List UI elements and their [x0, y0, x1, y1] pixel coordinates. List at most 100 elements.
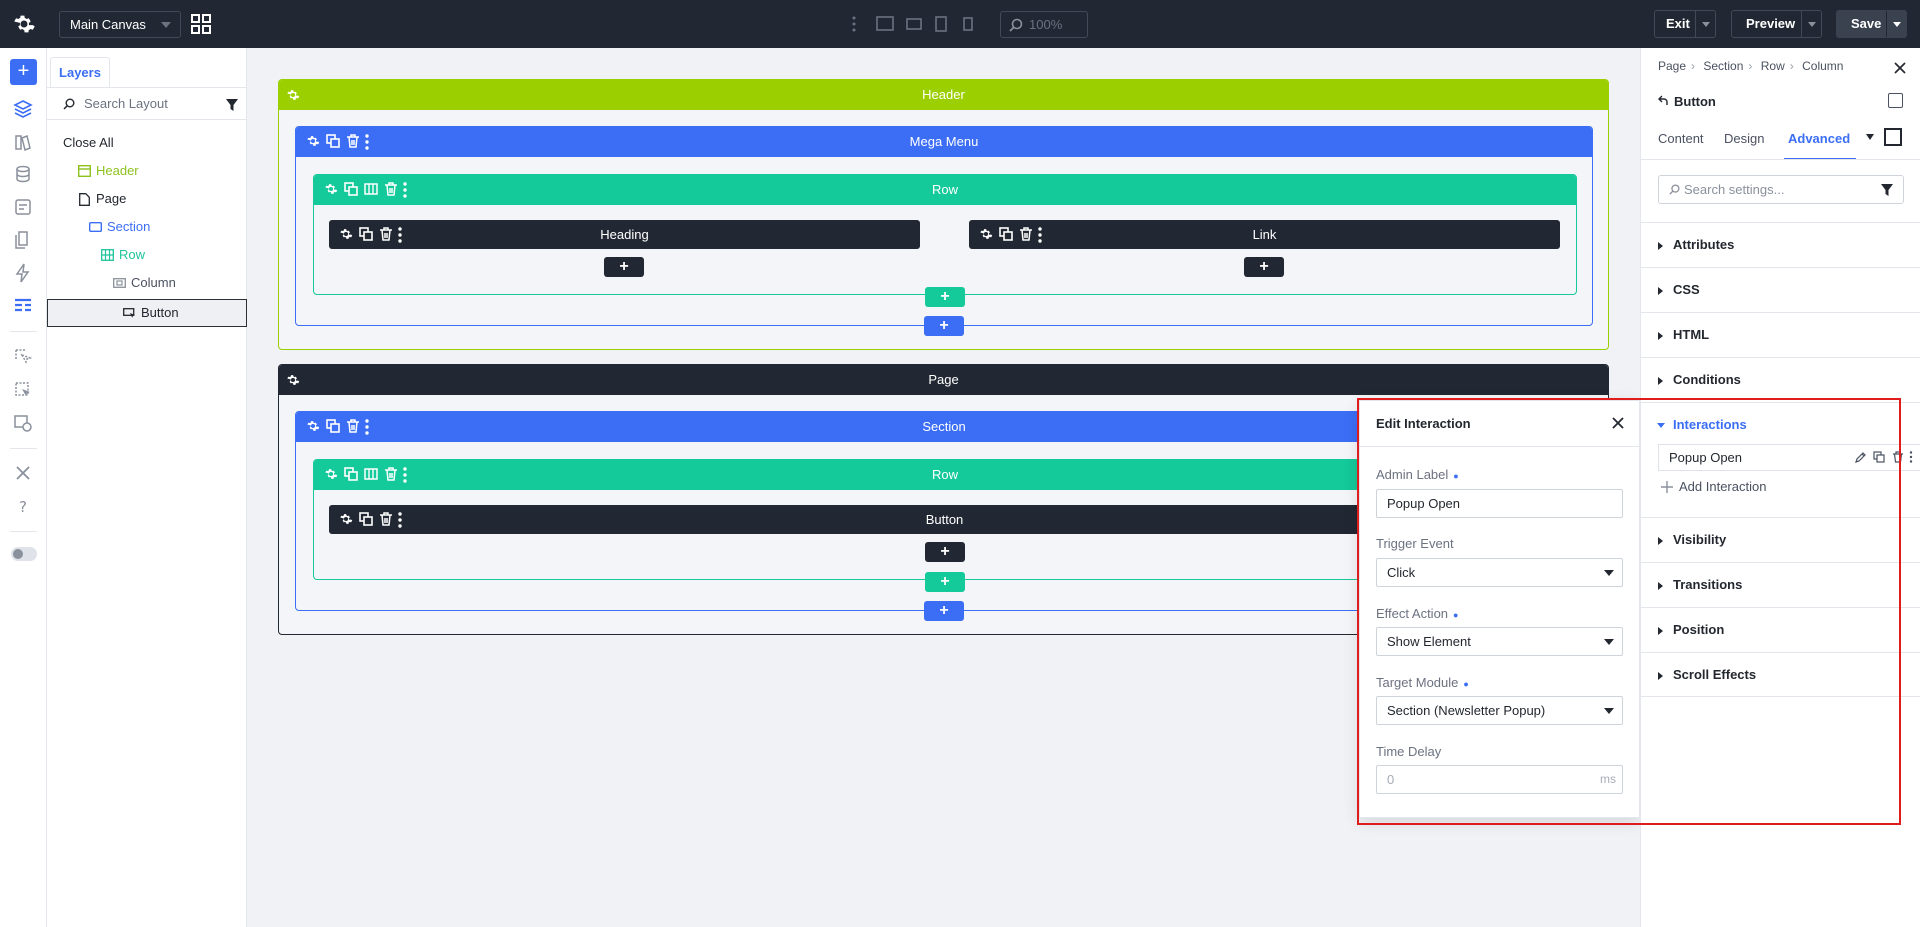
library-icon[interactable]	[13, 132, 33, 152]
database-icon[interactable]	[13, 164, 33, 184]
settings-gear-icon[interactable]	[12, 12, 36, 36]
gear-icon[interactable]	[324, 467, 338, 481]
section-transitions[interactable]: Transitions	[1641, 562, 1920, 607]
layer-item-section[interactable]: Section	[47, 215, 247, 239]
trash-icon[interactable]	[384, 467, 398, 481]
add-to-column-button[interactable]: +	[604, 257, 644, 277]
header-bar[interactable]: Header	[279, 80, 1608, 110]
add-row-button[interactable]: +	[924, 316, 964, 336]
settings-search-input[interactable]: Search settings...	[1658, 175, 1904, 204]
page-bar[interactable]: Page	[279, 365, 1608, 395]
columns-icon[interactable]	[364, 182, 378, 196]
gear-icon[interactable]	[306, 419, 320, 433]
duplicate-icon[interactable]	[999, 227, 1013, 241]
theme-toggle[interactable]	[11, 547, 37, 561]
trash-icon[interactable]	[346, 134, 360, 148]
cursor-select-icon[interactable]	[13, 347, 33, 367]
section-visibility[interactable]: Visibility	[1641, 517, 1920, 562]
gear-icon[interactable]	[339, 512, 353, 526]
form-icon[interactable]	[13, 197, 33, 217]
add-interaction-button[interactable]: Add Interaction	[1661, 477, 1766, 497]
filter-icon[interactable]	[1881, 184, 1893, 196]
add-column-button[interactable]: +	[925, 287, 965, 307]
layers-icon[interactable]	[13, 99, 33, 119]
admin-label-input[interactable]: Popup Open	[1376, 489, 1623, 518]
heading-module[interactable]: Heading	[329, 220, 920, 249]
section-html[interactable]: HTML	[1641, 312, 1920, 357]
duplicate-icon[interactable]	[344, 182, 358, 196]
layer-item-button[interactable]: Button	[47, 299, 247, 327]
row-block[interactable]: Row Heading + Link + +	[313, 174, 1577, 307]
breadcrumb-item[interactable]: Section	[1703, 59, 1743, 73]
gear-icon[interactable]	[324, 182, 338, 196]
mega-menu-bar[interactable]: Mega Menu	[296, 127, 1592, 157]
trash-icon[interactable]	[379, 227, 393, 241]
grid-layout-icon[interactable]	[191, 14, 211, 34]
header-block[interactable]: Header Mega Menu Row Heading + Link + + …	[278, 79, 1609, 350]
layer-item-row[interactable]: Row	[47, 243, 247, 267]
tablet-view-icon[interactable]	[934, 13, 948, 35]
trash-icon[interactable]	[1019, 227, 1033, 241]
target-module-select[interactable]: Section (Newsletter Popup)	[1376, 696, 1623, 725]
trash-icon[interactable]	[384, 182, 398, 196]
section-position[interactable]: Position	[1641, 607, 1920, 652]
desktop-view-icon[interactable]	[876, 13, 894, 35]
tab-design[interactable]: Design	[1724, 128, 1764, 160]
row-bar[interactable]: Row	[314, 175, 1576, 205]
schedule-icon[interactable]	[13, 413, 33, 433]
exit-button[interactable]: Exit	[1654, 10, 1716, 38]
more-vertical-icon[interactable]	[1909, 451, 1913, 463]
help-icon[interactable]: ?	[13, 496, 33, 516]
more-vertical-icon[interactable]	[402, 182, 408, 198]
interaction-item[interactable]: Popup Open	[1658, 444, 1920, 471]
gear-icon[interactable]	[306, 134, 320, 148]
mobile-view-icon[interactable]	[962, 13, 974, 35]
time-delay-input[interactable]: 0 ms	[1376, 765, 1623, 794]
heading-module-bar[interactable]: Heading	[329, 220, 920, 249]
link-module-bar[interactable]: Link	[969, 220, 1560, 249]
gear-icon[interactable]	[286, 373, 300, 387]
filter-icon[interactable]	[226, 99, 238, 111]
exit-dropdown-toggle[interactable]	[1695, 11, 1715, 37]
duplicate-icon[interactable]	[326, 419, 340, 433]
tab-layers[interactable]: Layers	[50, 57, 110, 88]
section-attributes[interactable]: Attributes	[1641, 222, 1920, 267]
trash-icon[interactable]	[1892, 451, 1904, 463]
zoom-input[interactable]: 100%	[1000, 11, 1088, 38]
duplicate-icon[interactable]	[1873, 451, 1885, 463]
layer-item-page[interactable]: Page	[47, 187, 247, 211]
more-vertical-icon[interactable]	[364, 419, 370, 435]
structure-icon[interactable]	[13, 296, 33, 316]
gear-icon[interactable]	[339, 227, 353, 241]
close-icon[interactable]	[1611, 416, 1625, 430]
breadcrumb-item[interactable]: Page	[1658, 59, 1686, 73]
add-module-button[interactable]: +	[10, 59, 37, 85]
trash-icon[interactable]	[379, 512, 393, 526]
duplicate-icon[interactable]	[326, 134, 340, 148]
add-row-button[interactable]: +	[924, 601, 964, 621]
duplicate-icon[interactable]	[359, 512, 373, 526]
preview-dropdown-toggle[interactable]	[1801, 11, 1821, 37]
save-dropdown-toggle[interactable]	[1886, 11, 1906, 37]
edit-pencil-icon[interactable]	[1855, 451, 1867, 463]
tab-content[interactable]: Content	[1658, 128, 1704, 160]
pages-icon[interactable]	[13, 230, 33, 250]
laptop-view-icon[interactable]	[905, 13, 923, 35]
section-conditions[interactable]: Conditions	[1641, 357, 1920, 402]
trash-icon[interactable]	[346, 419, 360, 433]
more-vertical-icon[interactable]	[364, 134, 370, 150]
tab-advanced[interactable]: Advanced	[1784, 128, 1856, 160]
layer-item-column[interactable]: Column	[47, 271, 247, 295]
more-vertical-icon[interactable]	[1037, 227, 1043, 243]
close-icon[interactable]	[1894, 62, 1906, 74]
tools-icon[interactable]	[13, 463, 33, 483]
more-vertical-icon[interactable]	[402, 467, 408, 483]
mega-menu-section[interactable]: Mega Menu Row Heading + Link + + +	[295, 126, 1593, 336]
trigger-event-select[interactable]: Click	[1376, 558, 1623, 587]
columns-icon[interactable]	[364, 467, 378, 481]
interactions-icon[interactable]	[13, 380, 33, 400]
more-vertical-icon[interactable]	[397, 227, 403, 243]
breadcrumb-item[interactable]: Row	[1761, 59, 1785, 73]
expand-panel-icon[interactable]	[1888, 93, 1903, 108]
more-vertical-icon[interactable]	[397, 512, 403, 528]
